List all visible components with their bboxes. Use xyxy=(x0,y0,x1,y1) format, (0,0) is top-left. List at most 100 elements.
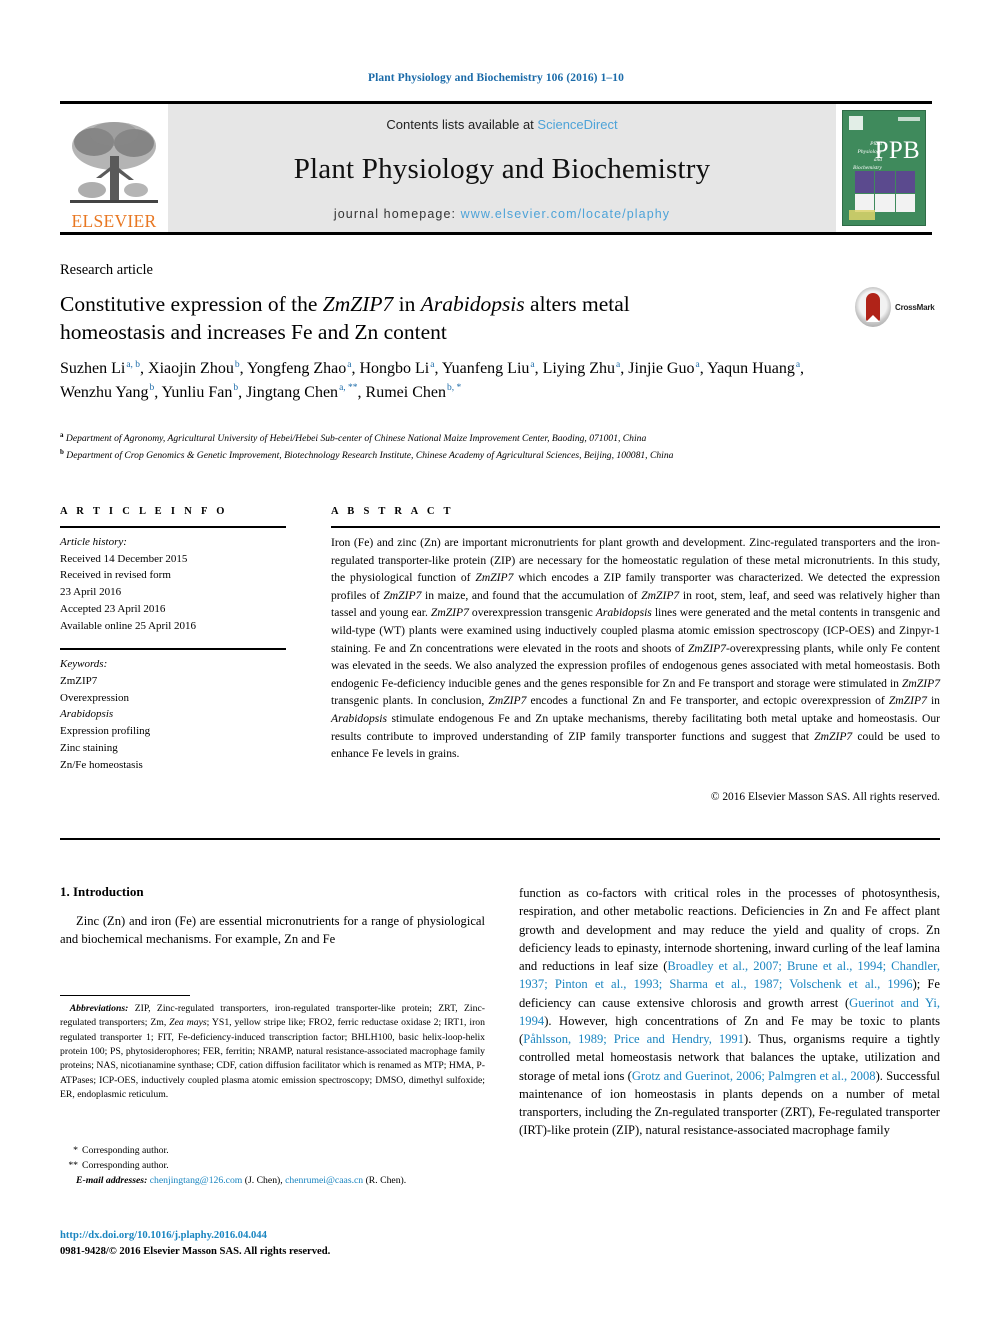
email-addresses-line: E-mail addresses: chenjingtang@126.com (… xyxy=(76,1175,407,1187)
journal-title: Plant Physiology and Biochemistry xyxy=(293,153,711,185)
abstract-italic-term: Arabidopsis xyxy=(595,606,652,620)
author-list: Suzhen Lia, b, Xiaojin Zhoub, Yongfeng Z… xyxy=(60,359,805,401)
cover-footer-mark-icon xyxy=(849,210,875,220)
author-name: Yunliu Fan xyxy=(161,383,233,401)
abstract-italic-term: ZmZIP7 xyxy=(687,641,726,655)
crossmark-label: CrossMark xyxy=(895,302,935,312)
corresponding-author-footnote: * Corresponding author. ** Corresponding a… xyxy=(60,1143,485,1188)
keyword-item: Zinc staining xyxy=(60,741,118,754)
abstract-header: A B S T R A C T xyxy=(331,506,454,517)
author-affiliation-mark: a xyxy=(695,359,700,370)
article-history-items: Received 14 December 2015 Received in rev… xyxy=(60,551,286,635)
author-name: Rumei Chen xyxy=(365,383,446,401)
abstract-italic-term: Arabidopsis xyxy=(331,712,388,726)
article-history-label: Article history: xyxy=(60,536,127,548)
banner-center: Contents lists available at ScienceDirec… xyxy=(168,104,836,232)
abbreviations-label: Abbreviations: xyxy=(69,1003,129,1014)
introduction-paragraph-left: Zinc (Zn) and iron (Fe) are essential mi… xyxy=(60,914,485,947)
doi-footer: http://dx.doi.org/10.1016/j.plaphy.2016.… xyxy=(60,1228,520,1261)
corresponding-author-single: * Corresponding author. xyxy=(60,1143,485,1158)
cover-topright-mark-icon xyxy=(898,117,920,121)
author-name: Liying Zhu xyxy=(542,360,616,377)
author-name: Yaqun Huang xyxy=(707,360,795,377)
elsevier-wordmark: ELSEVIER xyxy=(71,210,157,231)
email-link-1[interactable]: chenjingtang@126.com xyxy=(150,1175,243,1186)
ppb-cover-image: Plant Physiology and Biochemistry PPB xyxy=(842,110,926,226)
email-link-2[interactable]: chenrumei@caas.cn xyxy=(285,1175,363,1186)
abstract-italic-term: ZmZIP7 xyxy=(888,694,927,708)
asterisk-single-icon: * xyxy=(73,1145,78,1156)
author-affiliation-mark: b, * xyxy=(446,383,462,394)
citation-link[interactable]: Påhlsson, 1989; Price and Hendry, 1991 xyxy=(523,1032,744,1046)
author-name: Yongfeng Zhao xyxy=(246,360,347,377)
title-line-2: homeostasis and increases Fe and Zn cont… xyxy=(60,320,447,345)
article-info-column: Article history: Received 14 December 20… xyxy=(60,534,286,773)
introduction-heading: 1. Introduction xyxy=(60,884,144,899)
keyword-item: ZmZIP7 xyxy=(60,675,98,688)
running-head: Plant Physiology and Biochemistry 106 (2… xyxy=(368,72,624,84)
title-part-2: in xyxy=(393,292,421,316)
title-block: Constitutive expression of the ZmZIP7 in… xyxy=(60,290,820,347)
article-history-item: 23 April 2016 xyxy=(60,586,122,599)
asterisk-double-icon: ** xyxy=(68,1160,78,1172)
introduction-paragraph-right: function as co-factors with critical rol… xyxy=(519,886,940,1138)
corresponding-double-text: Corresponding author. xyxy=(82,1160,169,1172)
author-name: Jinjie Guo xyxy=(628,360,695,377)
article-history-item: Received in revised form xyxy=(60,569,171,582)
keyword-item: Arabidopsis xyxy=(60,708,114,721)
author-name: Jingtang Chen xyxy=(246,383,339,401)
doi-link[interactable]: http://dx.doi.org/10.1016/j.plaphy.2016.… xyxy=(60,1228,520,1244)
issn-copyright-line: 0981-9428/© 2016 Elsevier Masson SAS. Al… xyxy=(60,1246,331,1258)
author-affiliation-mark: b xyxy=(149,383,155,394)
mid-page-rule xyxy=(60,838,940,840)
journal-homepage-line: journal homepage: www.elsevier.com/locat… xyxy=(334,207,670,221)
homepage-prefix: journal homepage: xyxy=(333,207,461,221)
cover-elsevier-mark-icon xyxy=(849,116,863,130)
corresponding-author-double: ** Corresponding author. xyxy=(60,1158,485,1173)
body-column-left: 1. Introduction Zinc (Zn) and iron (Fe) … xyxy=(60,884,485,949)
footnote-separator xyxy=(60,995,190,996)
affiliation-list: a Department of Agronomy, Agricultural U… xyxy=(60,430,940,464)
abstract-italic-term: ZmZIP7 xyxy=(475,571,514,585)
citation-link[interactable]: Guerinot and Yi, 1994 xyxy=(519,996,940,1028)
cover-letters: PPB xyxy=(874,137,920,164)
author-name: Wenzhu Yang xyxy=(60,383,149,401)
page-title: Constitutive expression of the ZmZIP7 in… xyxy=(60,290,820,347)
crossmark-badge[interactable]: CrossMark xyxy=(855,285,935,329)
crossmark-icon xyxy=(855,287,891,327)
corresponding-single-text: Corresponding author. xyxy=(82,1145,169,1156)
author-name: Xiaojin Zhou xyxy=(148,360,234,377)
author-affiliation-mark: a xyxy=(795,359,801,370)
citation-link[interactable]: Broadley et al., 2007; Brune et al., 199… xyxy=(519,959,940,991)
info-divider xyxy=(60,648,286,651)
article-history-item: Accepted 23 April 2016 xyxy=(60,602,166,615)
author-affiliation-mark: a, ** xyxy=(339,383,358,394)
affiliation-item: a Department of Agronomy, Agricultural U… xyxy=(60,430,940,447)
cover-photo-strip xyxy=(855,171,915,193)
email-addresses-label: E-mail addresses: xyxy=(76,1175,148,1187)
journal-cover-thumbnail: Plant Physiology and Biochemistry PPB xyxy=(836,104,932,232)
abstract-italic-term: ZmZIP7 xyxy=(641,588,680,602)
article-type-label: Research article xyxy=(60,262,153,278)
author-affiliation-mark: a xyxy=(347,359,352,370)
author-affiliation-mark: a, b xyxy=(126,359,141,370)
journal-banner: ELSEVIER Contents lists available at Sci… xyxy=(60,101,932,235)
sciencedirect-link[interactable]: ScienceDirect xyxy=(537,117,617,132)
author-affiliation-mark: b xyxy=(233,383,239,394)
title-part-3: alters metal xyxy=(524,292,630,316)
abbreviation-italic-term: Zea mays xyxy=(169,1017,207,1029)
affiliation-text: Department of Crop Genomics & Genetic Im… xyxy=(63,450,674,462)
author-affiliation-mark: a xyxy=(616,359,621,370)
author-affiliation-mark: a xyxy=(530,359,535,370)
elsevier-tree-icon xyxy=(70,121,158,203)
article-info-header: A R T I C L E I N F O xyxy=(60,506,228,517)
keyword-item: Zn/Fe homeostasis xyxy=(60,758,143,771)
citation-link[interactable]: Grotz and Guerinot, 2006; Palmgren et al… xyxy=(632,1069,876,1083)
author-name: Suzhen Li xyxy=(60,360,126,377)
author-name: Yuanfeng Liu xyxy=(441,360,530,377)
journal-homepage-link[interactable]: www.elsevier.com/locate/plaphy xyxy=(461,207,670,221)
article-history-item: Received 14 December 2015 xyxy=(60,552,188,565)
banner-bottom-rule xyxy=(60,232,932,235)
article-first-page: Plant Physiology and Biochemistry 106 (2… xyxy=(0,0,992,1323)
title-gene-name: ZmZIP7 xyxy=(322,292,394,316)
